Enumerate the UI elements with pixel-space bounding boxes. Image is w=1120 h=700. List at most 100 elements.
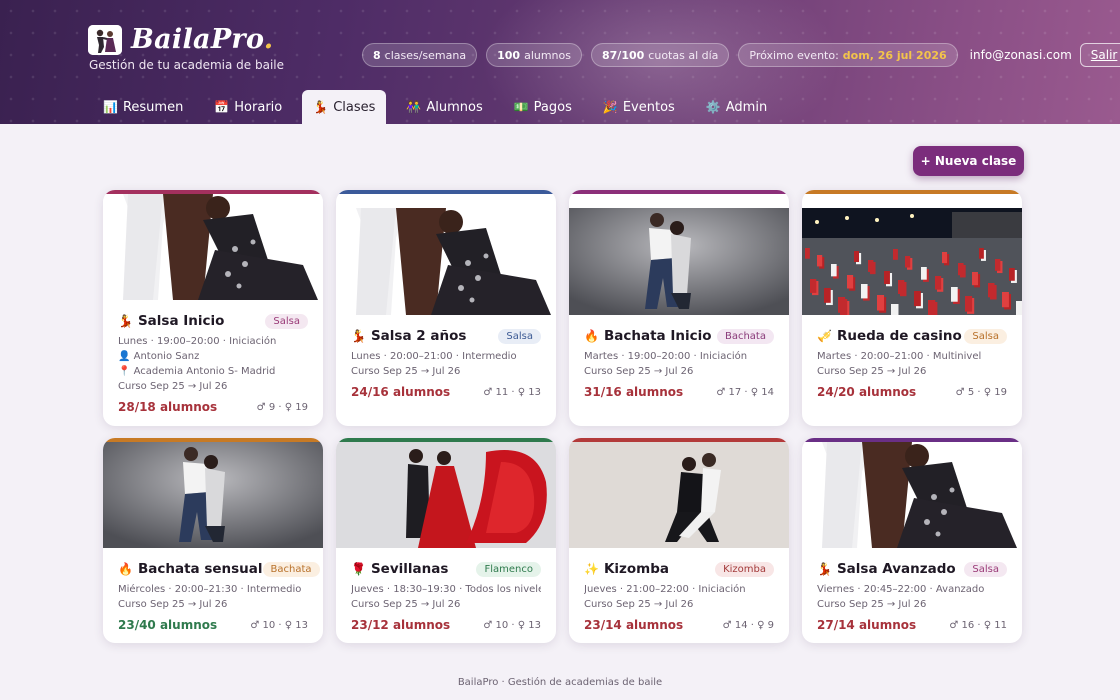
style-badge: Salsa xyxy=(964,328,1007,344)
female-icon: ♀ xyxy=(284,401,293,413)
class-name: 🌹 Sevillanas xyxy=(351,561,449,577)
class-photo xyxy=(336,208,556,315)
user-email: info@zonasi.com xyxy=(969,48,1072,62)
class-emoji-icon: ✨ xyxy=(584,562,599,576)
class-name: 🎺 Rueda de casino xyxy=(817,328,962,344)
class-name: 💃 Salsa Inicio xyxy=(118,313,225,329)
style-badge: Salsa xyxy=(964,561,1007,577)
app-header: BailaPro. Gestión de tu academia de bail… xyxy=(0,0,1120,124)
logo[interactable]: BailaPro. xyxy=(88,24,274,55)
class-color-bar xyxy=(336,438,556,442)
next-event-badge: Próximo evento: dom, 26 jul 2026 xyxy=(738,43,958,67)
class-color-bar xyxy=(802,190,1022,194)
class-name: 💃 Salsa Avanzado xyxy=(817,561,956,577)
class-photo xyxy=(336,442,556,548)
style-badge: Salsa xyxy=(265,313,308,329)
female-icon: ♀ xyxy=(983,619,992,631)
class-schedule: Martes · 20:00–21:00 · Multinivel xyxy=(817,351,982,362)
class-name: 🔥 Bachata sensual xyxy=(118,561,263,577)
class-emoji-icon: 🎺 xyxy=(817,329,832,343)
student-count: 24/20 alumnos xyxy=(817,385,917,399)
dancer-icon: 💃 xyxy=(313,100,329,114)
male-icon: ♂ xyxy=(483,386,493,398)
class-schedule: Miércoles · 20:00–21:30 · Intermedio xyxy=(118,584,302,595)
class-course: Curso Sep 25 → Jul 26 xyxy=(118,599,228,610)
male-icon: ♂ xyxy=(250,619,260,631)
money-icon: 💵 xyxy=(513,100,529,114)
male-icon: ♂ xyxy=(722,619,732,631)
gender-split: ♂ 5 · ♀ 19 xyxy=(955,386,1007,398)
class-card[interactable]: 🎺 Rueda de casino Salsa Martes · 20:00–2… xyxy=(802,190,1022,426)
gender-split: ♂ 16 · ♀ 11 xyxy=(949,619,1007,631)
stat-students: 100 alumnos xyxy=(486,43,582,67)
class-emoji-icon: 💃 xyxy=(351,329,366,343)
class-color-bar xyxy=(802,438,1022,442)
class-card[interactable]: 🔥 Bachata sensual Bachata Miércoles · 20… xyxy=(103,438,323,643)
gender-split: ♂ 10 · ♀ 13 xyxy=(250,619,308,631)
class-card[interactable]: 🌹 Sevillanas Flamenco Jueves · 18:30–19:… xyxy=(336,438,556,643)
class-color-bar xyxy=(569,438,789,442)
class-card[interactable]: 💃 Salsa Inicio Salsa Lunes · 19:00–20:00… xyxy=(103,190,323,426)
party-icon: 🎉 xyxy=(602,100,618,114)
student-count: 28/18 alumnos xyxy=(118,400,218,414)
class-course: Curso Sep 25 → Jul 26 xyxy=(118,381,228,392)
gender-split: ♂ 10 · ♀ 13 xyxy=(483,619,541,631)
class-venue: 📍 Academia Antonio S- Madrid xyxy=(118,366,276,377)
style-badge: Kizomba xyxy=(715,561,774,577)
class-course: Curso Sep 25 → Jul 26 xyxy=(351,599,461,610)
class-course: Curso Sep 25 → Jul 26 xyxy=(817,366,927,377)
tab-resumen[interactable]: 📊 Resumen xyxy=(92,90,194,124)
class-course: Curso Sep 25 → Jul 26 xyxy=(351,366,461,377)
tab-pagos[interactable]: 💵 Pagos xyxy=(503,90,583,124)
class-course: Curso Sep 25 → Jul 26 xyxy=(584,599,694,610)
class-course: Curso Sep 25 → Jul 26 xyxy=(584,366,694,377)
class-card[interactable]: ✨ Kizomba Kizomba Jueves · 21:00–22:00 ·… xyxy=(569,438,789,643)
class-course: Curso Sep 25 → Jul 26 xyxy=(817,599,927,610)
female-icon: ♀ xyxy=(517,386,526,398)
class-schedule: Martes · 19:00–20:00 · Iniciación xyxy=(584,351,748,362)
class-schedule: Lunes · 20:00–21:00 · Intermedio xyxy=(351,351,517,362)
tab-clases[interactable]: 💃 Clases xyxy=(302,90,387,124)
logo-dancers-icon xyxy=(88,24,122,55)
stat-classes: 8 clases/semana xyxy=(362,43,478,67)
gender-split: ♂ 14 · ♀ 9 xyxy=(722,619,774,631)
class-schedule: Viernes · 20:45–22:00 · Avanzado xyxy=(817,584,985,595)
female-icon: ♀ xyxy=(284,619,293,631)
class-emoji-icon: 🔥 xyxy=(584,329,599,343)
logout-button[interactable]: Salir xyxy=(1079,43,1120,67)
calendar-icon: 📅 xyxy=(214,100,230,114)
class-name: 💃 Salsa 2 años xyxy=(351,328,467,344)
class-name: 🔥 Bachata Inicio xyxy=(584,328,712,344)
tab-alumnos[interactable]: 👫 Alumnos xyxy=(395,90,493,124)
gear-icon: ⚙️ xyxy=(705,100,721,114)
class-photo xyxy=(103,194,323,300)
gender-split: ♂ 17 · ♀ 14 xyxy=(716,386,774,398)
stats-bar: 8 clases/semana 100 alumnos 87/100 cuotas a… xyxy=(362,43,1120,67)
class-photo xyxy=(569,442,789,548)
tab-horario[interactable]: 📅 Horario xyxy=(203,90,293,124)
tab-admin[interactable]: ⚙️ Admin xyxy=(695,90,778,124)
female-icon: ♀ xyxy=(517,619,526,631)
new-class-button[interactable]: + Nueva clase xyxy=(913,146,1024,176)
class-color-bar xyxy=(569,190,789,194)
class-card[interactable]: 💃 Salsa 2 años Salsa Lunes · 20:00–21:00… xyxy=(336,190,556,426)
style-badge: Bachata xyxy=(262,561,320,577)
tagline: Gestión de tu academia de baile xyxy=(89,58,285,72)
gender-split: ♂ 11 · ♀ 13 xyxy=(483,386,541,398)
class-schedule: Jueves · 21:00–22:00 · Iniciación xyxy=(584,584,746,595)
male-icon: ♂ xyxy=(949,619,959,631)
class-card[interactable]: 💃 Salsa Avanzado Salsa Viernes · 20:45–2… xyxy=(802,438,1022,643)
female-icon: ♀ xyxy=(750,386,759,398)
class-emoji-icon: 💃 xyxy=(817,562,832,576)
tab-eventos[interactable]: 🎉 Eventos xyxy=(592,90,686,124)
female-icon: ♀ xyxy=(983,386,992,398)
style-badge: Bachata xyxy=(716,328,774,344)
student-count: 23/14 alumnos xyxy=(584,618,684,632)
chart-icon: 📊 xyxy=(103,100,118,114)
class-card[interactable]: 🔥 Bachata Inicio Bachata Martes · 19:00–… xyxy=(569,190,789,426)
male-icon: ♂ xyxy=(716,386,726,398)
male-icon: ♂ xyxy=(955,386,965,398)
class-color-bar xyxy=(103,190,323,194)
student-count: 23/40 alumnos xyxy=(118,618,218,632)
class-teacher: 👤 Antonio Sanz xyxy=(118,351,200,362)
